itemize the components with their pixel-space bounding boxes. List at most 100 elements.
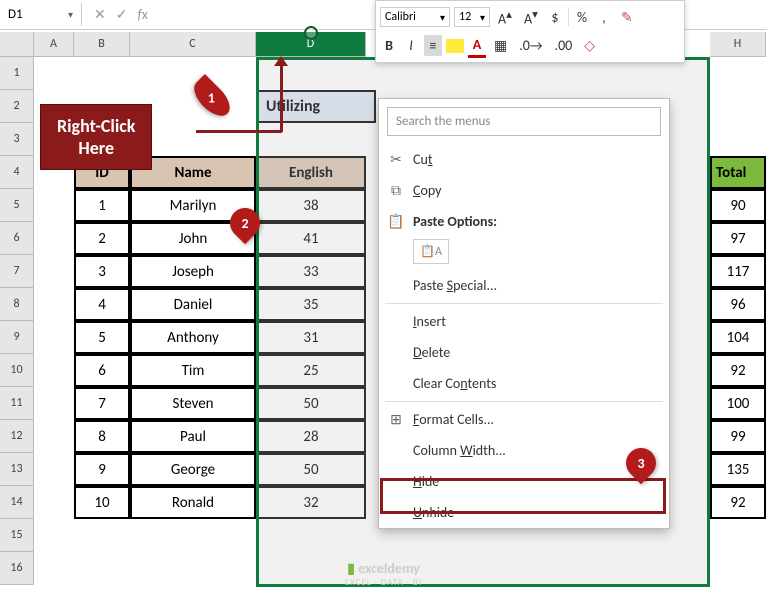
menu-insert[interactable]: Insert: [379, 306, 669, 337]
row-header-2[interactable]: 2: [0, 90, 34, 123]
row-header-12[interactable]: 12: [0, 420, 34, 453]
chevron-down-icon[interactable]: ▾: [68, 8, 73, 21]
align-button[interactable]: ≡: [424, 35, 442, 56]
watermark: ▮ exceldemy EXCEL · DATA · BI: [345, 560, 422, 588]
menu-paste-special[interactable]: Paste Special...: [379, 270, 669, 301]
cell-id-7[interactable]: 8: [74, 420, 130, 453]
cancel-formula-icon[interactable]: ✕: [90, 4, 110, 25]
name-box[interactable]: D1 ▾: [0, 3, 82, 26]
grow-font-icon[interactable]: A▴: [494, 5, 516, 30]
row-header-16[interactable]: 16: [0, 552, 34, 585]
col-header-c[interactable]: C: [130, 32, 256, 57]
accept-formula-icon[interactable]: ✓: [112, 4, 132, 25]
cell-id-2[interactable]: 3: [74, 255, 130, 288]
cell-english-0[interactable]: 38: [256, 189, 366, 222]
cell-id-1[interactable]: 2: [74, 222, 130, 255]
cell-total-2[interactable]: 117: [710, 255, 766, 288]
select-all-corner[interactable]: [0, 32, 34, 57]
row-header-14[interactable]: 14: [0, 486, 34, 519]
callout-right-click: Right-Click Here: [40, 104, 152, 170]
cell-total-5[interactable]: 92: [710, 354, 766, 387]
mini-toolbar: Calibri▾ 12▾ A▴ A▾ $ % , ✎ B I ≡ A ▦ .0→…: [375, 0, 685, 63]
cell-total-7[interactable]: 99: [710, 420, 766, 453]
row-header-8[interactable]: 8: [0, 288, 34, 321]
row-header-3[interactable]: 3: [0, 123, 34, 156]
cell-english-5[interactable]: 25: [256, 354, 366, 387]
cell-total-9[interactable]: 92: [710, 486, 766, 519]
cell-id-0[interactable]: 1: [74, 189, 130, 222]
cell-name-3[interactable]: Daniel: [130, 288, 256, 321]
menu-copy[interactable]: ⧉Copy: [379, 175, 669, 206]
col-header-d[interactable]: D: [256, 32, 366, 57]
row-header-5[interactable]: 5: [0, 189, 34, 222]
fx-icon[interactable]: fx: [133, 4, 151, 25]
decimal-inc-icon[interactable]: .0→: [515, 35, 546, 56]
menu-cut[interactable]: ✂Cut: [379, 144, 669, 175]
menu-search-input[interactable]: Search the menus: [387, 107, 661, 136]
format-painter-icon[interactable]: ✎: [617, 7, 637, 28]
border-button[interactable]: ▦: [490, 35, 511, 56]
comma-icon[interactable]: ,: [595, 7, 613, 28]
row-header-1[interactable]: 1: [0, 57, 34, 90]
cell-english-8[interactable]: 50: [256, 453, 366, 486]
menu-clear-contents[interactable]: Clear Contents: [379, 368, 669, 399]
row-header-6[interactable]: 6: [0, 222, 34, 255]
font-select[interactable]: Calibri▾: [380, 7, 450, 27]
cell-english-6[interactable]: 50: [256, 387, 366, 420]
col-header-a[interactable]: A: [34, 32, 74, 57]
cell-total-4[interactable]: 104: [710, 321, 766, 354]
font-color-button[interactable]: A: [468, 34, 486, 58]
decimal-dec-icon[interactable]: .00: [551, 35, 577, 56]
row-header-4[interactable]: 4: [0, 156, 34, 189]
cell-id-4[interactable]: 5: [74, 321, 130, 354]
italic-button[interactable]: I: [402, 35, 420, 56]
row-header-10[interactable]: 10: [0, 354, 34, 387]
col-header-b[interactable]: B: [74, 32, 130, 57]
cell-id-6[interactable]: 7: [74, 387, 130, 420]
cell-name-2[interactable]: Joseph: [130, 255, 256, 288]
cell-english-7[interactable]: 28: [256, 420, 366, 453]
cell-total-6[interactable]: 100: [710, 387, 766, 420]
fill-color-button[interactable]: [446, 39, 464, 53]
cell-english-4[interactable]: 31: [256, 321, 366, 354]
cell-name-4[interactable]: Anthony: [130, 321, 256, 354]
cell-name-9[interactable]: Ronald: [130, 486, 256, 519]
cell-total-8[interactable]: 135: [710, 453, 766, 486]
cell-name-5[interactable]: Tim: [130, 354, 256, 387]
cell-total-1[interactable]: 97: [710, 222, 766, 255]
cell-id-3[interactable]: 4: [74, 288, 130, 321]
row-header-15[interactable]: 15: [0, 519, 34, 552]
cell-id-9[interactable]: 10: [74, 486, 130, 519]
menu-format-cells[interactable]: ⊞Format Cells...: [379, 404, 669, 435]
cell-english-1[interactable]: 41: [256, 222, 366, 255]
cell-id-5[interactable]: 6: [74, 354, 130, 387]
paste-default-icon[interactable]: 📋A: [413, 239, 449, 264]
header-total: Total: [710, 156, 766, 189]
cell-english-9[interactable]: 32: [256, 486, 366, 519]
row-header-13[interactable]: 13: [0, 453, 34, 486]
font-size-select[interactable]: 12▾: [454, 7, 490, 27]
percent-icon[interactable]: %: [573, 7, 591, 28]
title-cell: Utilizing: [256, 90, 376, 123]
name-box-value: D1: [8, 7, 23, 22]
cell-name-8[interactable]: George: [130, 453, 256, 486]
currency-icon[interactable]: $: [546, 7, 564, 28]
row-header-7[interactable]: 7: [0, 255, 34, 288]
cell-english-2[interactable]: 33: [256, 255, 366, 288]
shrink-font-icon[interactable]: A▾: [520, 5, 542, 30]
cell-name-7[interactable]: Paul: [130, 420, 256, 453]
marker-1: 1: [188, 74, 236, 122]
menu-unhide[interactable]: Unhide: [379, 497, 669, 528]
cell-id-8[interactable]: 9: [74, 453, 130, 486]
menu-delete[interactable]: Delete: [379, 337, 669, 368]
cell-total-0[interactable]: 90: [710, 189, 766, 222]
cell-name-6[interactable]: Steven: [130, 387, 256, 420]
cell-total-3[interactable]: 96: [710, 288, 766, 321]
row-header-9[interactable]: 9: [0, 321, 34, 354]
menu-hide[interactable]: Hide: [379, 466, 669, 497]
cell-english-3[interactable]: 35: [256, 288, 366, 321]
clear-format-icon[interactable]: ◇: [580, 35, 599, 56]
col-header-h[interactable]: H: [710, 32, 766, 57]
row-header-11[interactable]: 11: [0, 387, 34, 420]
bold-button[interactable]: B: [380, 35, 398, 56]
